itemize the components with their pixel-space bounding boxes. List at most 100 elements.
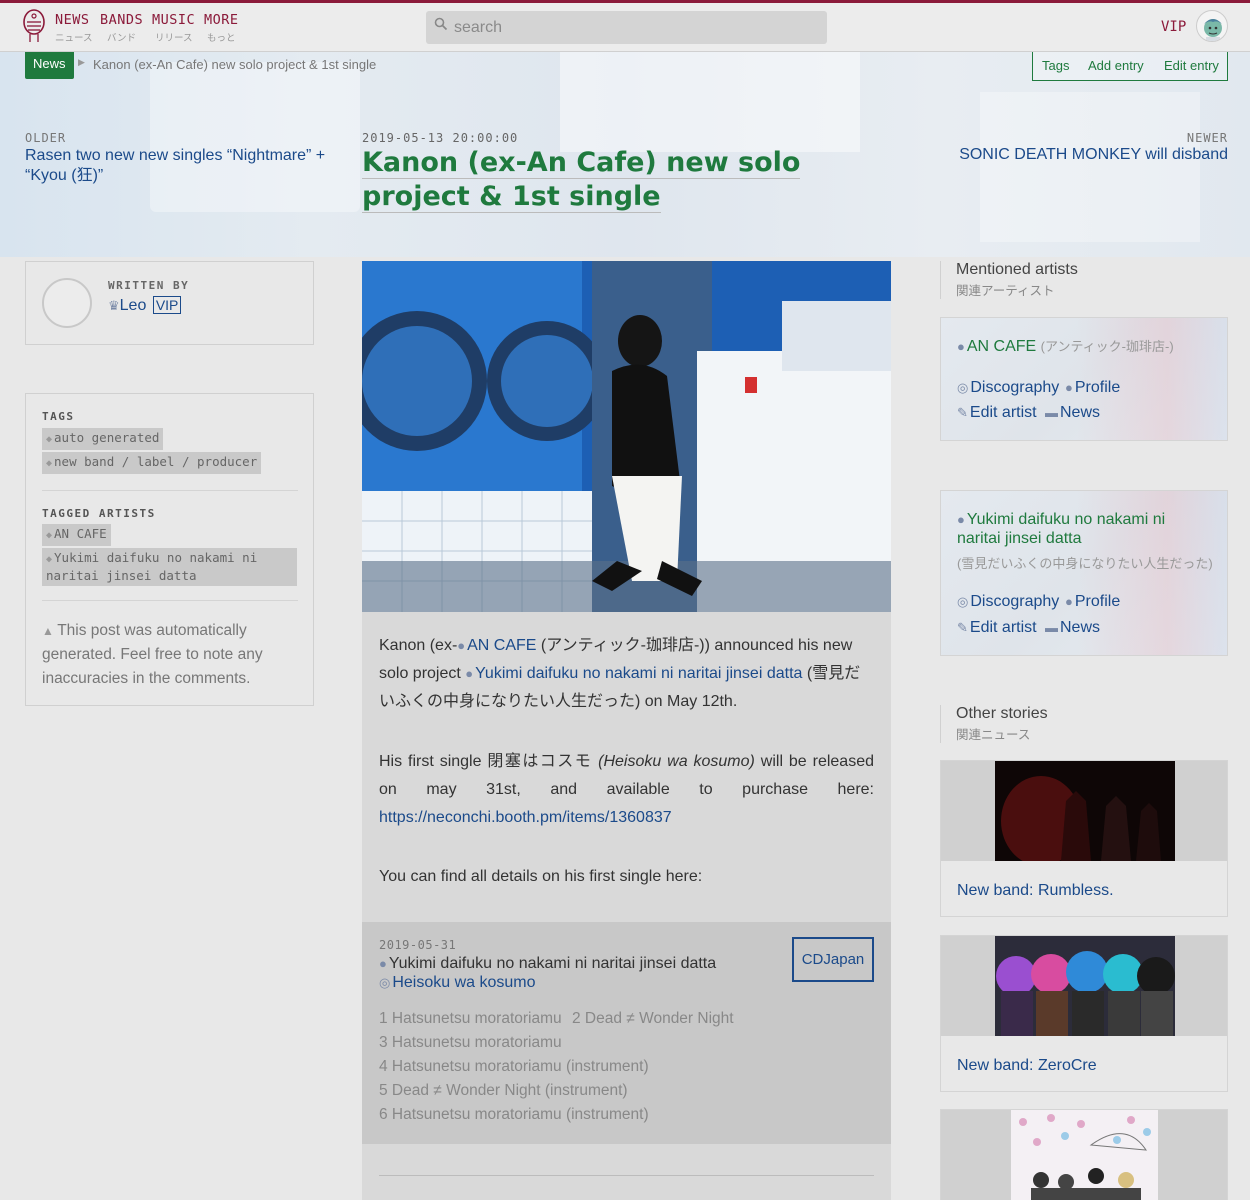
disc-icon: ◎ [957, 380, 969, 395]
news-link[interactable]: ▬ News [1045, 404, 1100, 422]
other-stories-header: Other stories 関連ニュース [940, 705, 1048, 743]
tags-box: TAGS ◆ auto generated ◆ new band / label /… [25, 393, 314, 706]
older-label: OLDER [25, 131, 67, 145]
edit-entry-button[interactable]: Edit entry [1164, 58, 1219, 73]
release-title-link[interactable]: ◎ Heisoku wa kosumo [379, 974, 536, 992]
profile-link[interactable]: ● Profile [1065, 593, 1120, 611]
tag-icon: ◆ [46, 458, 53, 469]
news-icon: ▬ [1045, 620, 1058, 635]
author-name-link[interactable]: ♛Leo VIP [108, 296, 182, 315]
profile-icon: ● [1065, 380, 1073, 395]
artist-card-name[interactable]: ● Yukimi daifuku no nakami ni naritai jin… [957, 510, 1207, 548]
newer-article-link[interactable]: SONIC DEATH MONKEY will disband [959, 146, 1228, 164]
author-name[interactable]: Leo [120, 297, 147, 314]
nav-bands[interactable]: BANDS [100, 12, 143, 28]
author-avatar[interactable] [42, 278, 92, 328]
divider [42, 490, 298, 491]
tagged-artists-label: TAGGED ARTISTS [42, 507, 156, 520]
purchase-link[interactable]: https://neconchi.booth.pm/items/1360837 [379, 809, 672, 826]
author-box: WRITTEN BY ♛Leo VIP [25, 261, 314, 345]
article-image [362, 261, 891, 612]
news-link[interactable]: ▬ News [1045, 619, 1100, 637]
tag-item[interactable]: ◆ auto generated [42, 428, 164, 450]
tag-icon: ◆ [46, 530, 53, 541]
story-image [941, 1110, 1227, 1200]
story-card[interactable] [940, 1109, 1228, 1200]
pencil-icon: ✎ [957, 620, 968, 635]
tag-item[interactable]: ◆ new band / label / producer [42, 452, 262, 474]
news-icon: ▬ [1045, 405, 1058, 420]
hero-decoration [150, 62, 360, 212]
hero-decoration [980, 92, 1200, 242]
story-card[interactable]: New band: ZeroCre [940, 935, 1228, 1092]
search-box [426, 11, 827, 44]
edit-artist-link[interactable]: ✎ Edit artist [957, 404, 1037, 422]
artist-icon: ● [379, 956, 387, 971]
article-paragraph: You can find all details on his first si… [379, 868, 703, 885]
mentioned-artists-title: Mentioned artists [956, 261, 1078, 278]
artist-link-an-cafe[interactable]: AN CAFE [467, 637, 536, 654]
track-item: 3 Hatsunetsu moratoriamu [379, 1034, 562, 1051]
add-entry-button[interactable]: Add entry [1088, 58, 1144, 73]
track-item: 1 Hatsunetsu moratoriamu [379, 1010, 562, 1027]
artist-icon: ● [957, 512, 965, 527]
hero-decoration [560, 52, 860, 152]
cdjapan-button[interactable]: CDJapan [792, 937, 874, 982]
nav-news[interactable]: NEWS [55, 12, 90, 28]
other-stories-title: Other stories [956, 705, 1048, 722]
divider [379, 1175, 874, 1176]
story-card[interactable]: New band: Rumbless. [940, 760, 1228, 917]
divider [42, 600, 298, 601]
track-item: 6 Hatsunetsu moratoriamu (instrument) [379, 1106, 649, 1123]
artist-link-yukimi[interactable]: Yukimi daifuku no nakami ni naritai jins… [475, 665, 802, 682]
nav-more-sub: もっと [207, 33, 236, 44]
article-paragraph: Kanon (ex-● AN CAFE (アンティック-珈琲店-)) announ… [379, 637, 861, 710]
artist-card-name[interactable]: ● AN CAFE (アンティック-珈琲店-) [957, 337, 1174, 356]
disc-icon: ◎ [957, 594, 969, 609]
edit-artist-link[interactable]: ✎ Edit artist [957, 619, 1037, 637]
tag-icon: ◆ [46, 434, 53, 445]
artist-card: ● Yukimi daifuku no nakami ni naritai jin… [940, 490, 1228, 656]
tagged-artist-item[interactable]: ◆ AN CAFE [42, 524, 111, 546]
other-stories-subtitle: 関連ニュース [956, 728, 1031, 742]
nav-bands-sub: バンド [107, 33, 136, 44]
story-title-link[interactable]: New band: ZeroCre [957, 1057, 1097, 1075]
nav-more[interactable]: MORE [204, 12, 239, 28]
tagged-artist-item[interactable]: ◆ Yukimi daifuku no nakami ni naritai jin… [42, 548, 297, 586]
older-article-link[interactable]: Rasen two new new singles “Nightmare” + … [25, 146, 335, 186]
profile-link[interactable]: ● Profile [1065, 379, 1120, 397]
nav-music[interactable]: MUSIC [152, 12, 195, 28]
tag-icon: ◆ [46, 554, 53, 565]
breadcrumb-section[interactable]: News [25, 52, 74, 79]
auto-generated-note: ▲ This post was automatically generated.… [42, 622, 263, 687]
nav-news-sub: ニュース [55, 33, 93, 44]
tags-button[interactable]: Tags [1042, 58, 1069, 73]
release-date: 2019-05-31 [379, 938, 457, 952]
search-input[interactable] [454, 11, 814, 44]
author-vip-badge: VIP [152, 296, 182, 314]
article-date: 2019-05-13 20:00:00 [362, 131, 519, 145]
entry-actions: Tags Add entry Edit entry [1032, 52, 1228, 81]
vip-link[interactable]: VIP [1161, 19, 1186, 35]
breadcrumb-separator-icon: ▶ [78, 57, 85, 67]
crown-icon: ♛ [108, 298, 120, 313]
story-image [941, 761, 1227, 866]
story-title-link[interactable]: New band: Rumbless. [957, 882, 1114, 900]
nav-music-sub: リリース [155, 33, 193, 44]
pencil-icon: ✎ [957, 405, 968, 420]
article-paragraph: His first single 閉塞はコスモ (Heisoku wa kosu… [379, 753, 874, 826]
discography-link[interactable]: ◎ Discography [957, 593, 1059, 611]
disc-icon: ◎ [379, 975, 391, 990]
breadcrumb-current: Kanon (ex-An Cafe) new solo project & 1s… [93, 57, 377, 72]
discography-link[interactable]: ◎ Discography [957, 379, 1059, 397]
artist-icon: ● [957, 339, 965, 354]
artist-card-jp-name: (雪見だいふくの中身になりたい人生だった) [957, 556, 1213, 571]
release-artist[interactable]: ● Yukimi daifuku no nakami ni naritai jin… [379, 955, 716, 973]
artist-icon: ● [457, 638, 466, 653]
site-logo-icon[interactable] [22, 8, 46, 46]
search-icon [434, 17, 448, 34]
article-title-text: Kanon (ex-An Cafe) new solo project & 1s… [362, 147, 801, 213]
profile-icon: ● [1065, 594, 1073, 609]
user-avatar[interactable] [1196, 10, 1228, 42]
track-item: 2 Dead ≠ Wonder Night [572, 1010, 734, 1027]
